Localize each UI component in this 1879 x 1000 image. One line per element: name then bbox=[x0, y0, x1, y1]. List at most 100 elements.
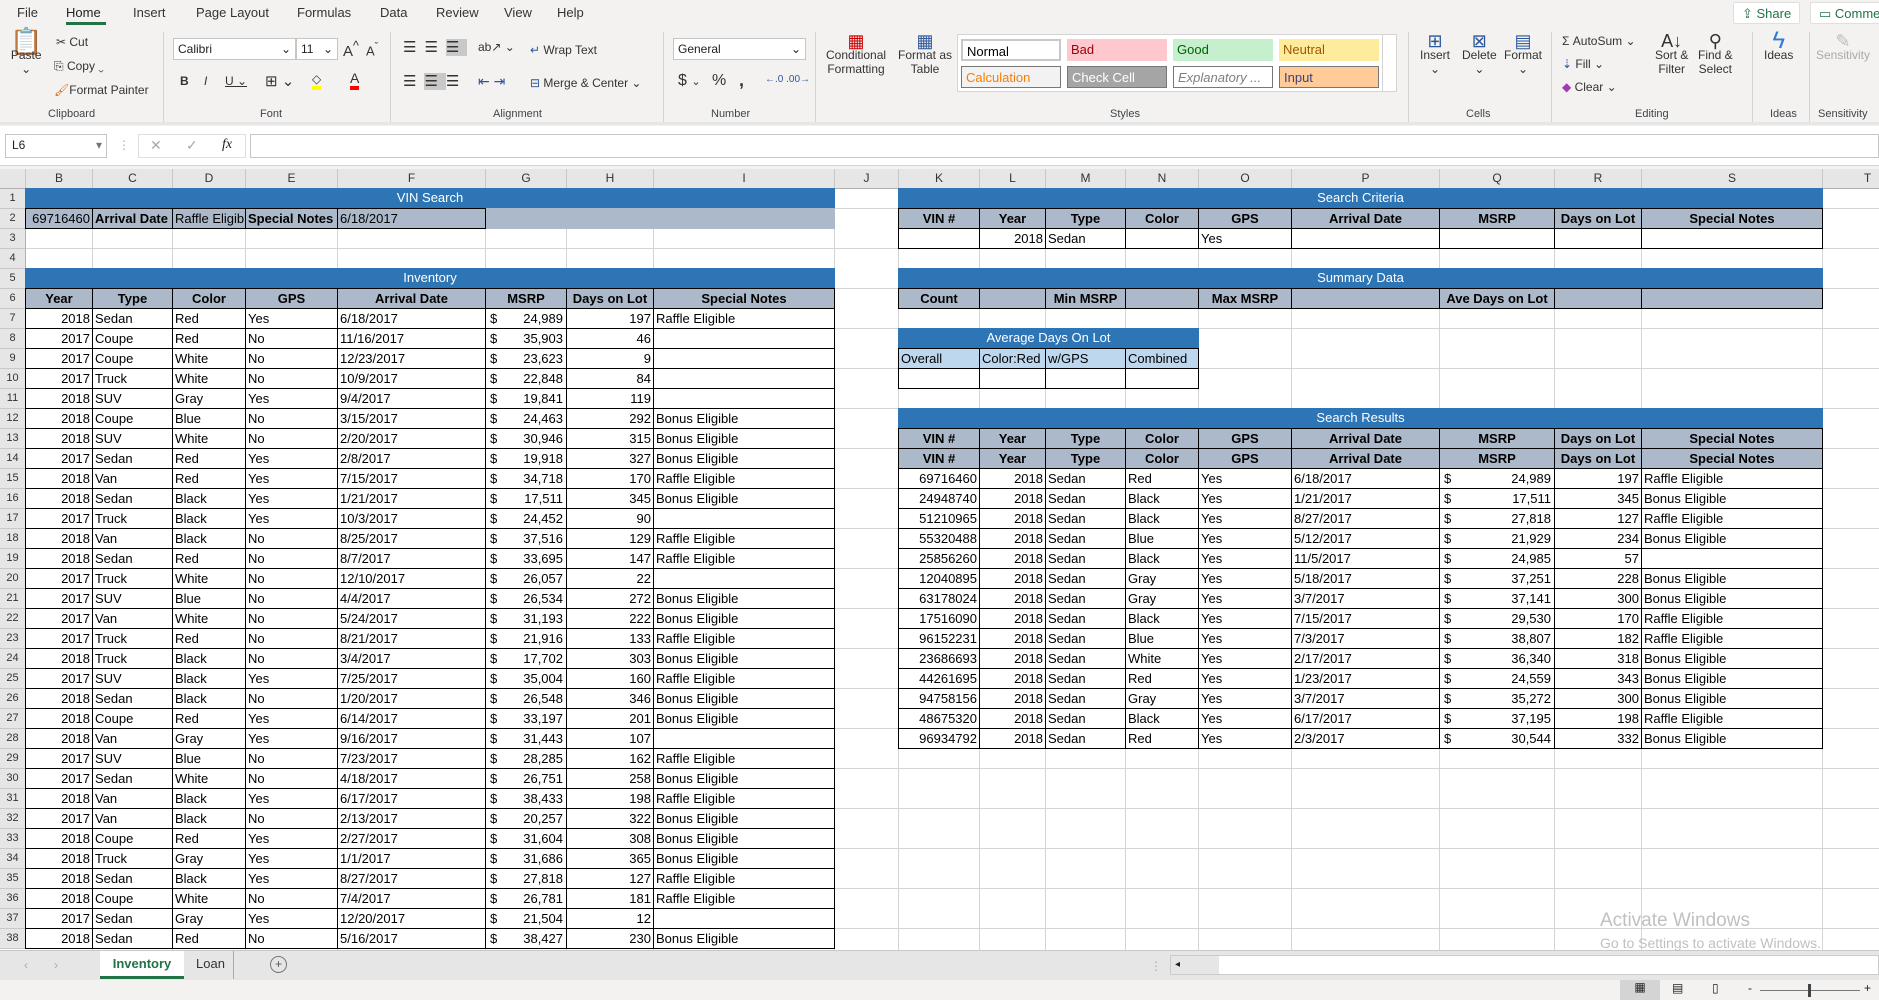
cell-inventory-B15[interactable]: 2018 bbox=[25, 468, 93, 489]
cell-results-N20[interactable]: Gray bbox=[1125, 568, 1199, 589]
cell-inventory-msrp-22[interactable]: $31,193 bbox=[485, 608, 567, 629]
select-all-corner[interactable] bbox=[0, 169, 26, 189]
autosum-button[interactable]: Σ AutoSum ⌄ bbox=[1562, 34, 1636, 48]
cell-inventory-B24[interactable]: 2018 bbox=[25, 648, 93, 669]
underline-button[interactable]: U ⌄ bbox=[225, 74, 247, 88]
cell-inventory-D15[interactable]: Red bbox=[172, 468, 246, 489]
cell-inventory-E18[interactable]: No bbox=[245, 528, 338, 549]
cell-inventory-C26[interactable]: Sedan bbox=[92, 688, 173, 709]
borders-button[interactable]: ⊞ ⌄ bbox=[265, 72, 294, 90]
row-header-12[interactable]: 12 bbox=[0, 409, 26, 429]
row-header-20[interactable]: 20 bbox=[0, 569, 26, 589]
cell-results-S25[interactable]: Bonus Eligible bbox=[1641, 668, 1823, 689]
cell-results-N23[interactable]: Blue bbox=[1125, 628, 1199, 649]
column-header-T[interactable]: T bbox=[1823, 169, 1879, 189]
cell-inventory-C31[interactable]: Van bbox=[92, 788, 173, 809]
cell-inventory-B26[interactable]: 2018 bbox=[25, 688, 93, 709]
zoom-slider[interactable] bbox=[1760, 984, 1860, 997]
cell-inventory-E21[interactable]: No bbox=[245, 588, 338, 609]
cell-inventory-I19[interactable]: Raffle Eligible bbox=[653, 548, 835, 569]
cell-summary-label-6[interactable]: Ave Days on Lot bbox=[1439, 288, 1555, 309]
cell-inventory-msrp-15[interactable]: $34,718 bbox=[485, 468, 567, 489]
cell-inventory-E16[interactable]: Yes bbox=[245, 488, 338, 509]
wrap-text-button[interactable]: ↵ Wrap Text bbox=[530, 43, 597, 57]
cell-results-P17[interactable]: 8/27/2017 bbox=[1291, 508, 1440, 529]
cell-summary-label-3[interactable] bbox=[1125, 288, 1199, 309]
cell-inventory-F23[interactable]: 8/21/2017 bbox=[337, 628, 486, 649]
cell-results-msrp-22[interactable]: $29,530 bbox=[1439, 608, 1555, 629]
cell-results-L22[interactable]: 2018 bbox=[979, 608, 1046, 629]
cell-inventory-F36[interactable]: 7/4/2017 bbox=[337, 888, 486, 909]
cell-results-O25[interactable]: Yes bbox=[1198, 668, 1292, 689]
cell-inventory-B14[interactable]: 2017 bbox=[25, 448, 93, 469]
cell-inventory-E10[interactable]: No bbox=[245, 368, 338, 389]
cell-results-R22[interactable]: 170 bbox=[1554, 608, 1642, 629]
cell-results-msrp-16[interactable]: $17,511 bbox=[1439, 488, 1555, 509]
splitter-handle[interactable]: ⋮ bbox=[1150, 959, 1162, 973]
grow-font-button[interactable]: A^ bbox=[343, 39, 359, 60]
scroll-tabs-left-icon[interactable]: ‹ bbox=[24, 958, 28, 972]
cell-inventory-B10[interactable]: 2017 bbox=[25, 368, 93, 389]
cell-inventory-B8[interactable]: 2017 bbox=[25, 328, 93, 349]
cell-inventory-E28[interactable]: Yes bbox=[245, 728, 338, 749]
cell-criteria-value-4[interactable]: Yes bbox=[1198, 228, 1292, 249]
cell-results-P20[interactable]: 5/18/2017 bbox=[1291, 568, 1440, 589]
cell-inventory-H29[interactable]: 162 bbox=[566, 748, 654, 769]
cell-inventory-F11[interactable]: 9/4/2017 bbox=[337, 388, 486, 409]
cell-inventory-B33[interactable]: 2018 bbox=[25, 828, 93, 849]
cell-inventory-msrp-31[interactable]: $38,433 bbox=[485, 788, 567, 809]
cell-inventory-D14[interactable]: Red bbox=[172, 448, 246, 469]
cell-results-header-3[interactable]: Color bbox=[1125, 428, 1199, 449]
cell-results-R25[interactable]: 343 bbox=[1554, 668, 1642, 689]
cell-results-P28[interactable]: 2/3/2017 bbox=[1291, 728, 1440, 749]
cell-inventory-I35[interactable]: Raffle Eligible bbox=[653, 868, 835, 889]
cell-results-msrp-25[interactable]: $24,559 bbox=[1439, 668, 1555, 689]
cell-results-S26[interactable]: Bonus Eligible bbox=[1641, 688, 1823, 709]
cell-inventory-header-6[interactable]: Days on Lot bbox=[566, 288, 654, 309]
cell-inventory-D34[interactable]: Gray bbox=[172, 848, 246, 869]
row-header-5[interactable]: 5 bbox=[0, 269, 26, 289]
cell-inventory-I18[interactable]: Raffle Eligible bbox=[653, 528, 835, 549]
cell-inventory-E11[interactable]: Yes bbox=[245, 388, 338, 409]
cell-inventory-msrp-30[interactable]: $26,751 bbox=[485, 768, 567, 789]
column-header-K[interactable]: K bbox=[899, 169, 980, 189]
row-header-27[interactable]: 27 bbox=[0, 709, 26, 729]
cell-inventory-I29[interactable]: Raffle Eligible bbox=[653, 748, 835, 769]
row-header-18[interactable]: 18 bbox=[0, 529, 26, 549]
cell-inventory-F26[interactable]: 1/20/2017 bbox=[337, 688, 486, 709]
add-sheet-icon[interactable]: + bbox=[270, 956, 287, 973]
row-header-8[interactable]: 8 bbox=[0, 329, 26, 349]
column-header-Q[interactable]: Q bbox=[1440, 169, 1555, 189]
cell-inventory-I9[interactable] bbox=[653, 348, 835, 369]
cell-inventory-C17[interactable]: Truck bbox=[92, 508, 173, 529]
cell-style-calculation[interactable]: Calculation bbox=[961, 66, 1061, 88]
copy-button[interactable]: ⎘ Copy ⌄ bbox=[54, 59, 104, 74]
cell-inventory-D36[interactable]: White bbox=[172, 888, 246, 909]
cell-criteria-value-8[interactable] bbox=[1641, 228, 1823, 249]
cell-results-S24[interactable]: Bonus Eligible bbox=[1641, 648, 1823, 669]
cell-results-R24[interactable]: 318 bbox=[1554, 648, 1642, 669]
font-color-button[interactable]: A bbox=[350, 70, 360, 90]
cell-avg-days-title[interactable]: Average Days On Lot bbox=[898, 328, 1199, 349]
cell-results-R27[interactable]: 198 bbox=[1554, 708, 1642, 729]
cell-inventory-B11[interactable]: 2018 bbox=[25, 388, 93, 409]
cell-inventory-msrp-11[interactable]: $19,841 bbox=[485, 388, 567, 409]
column-header-H[interactable]: H bbox=[567, 169, 654, 189]
cell-inventory-C30[interactable]: Sedan bbox=[92, 768, 173, 789]
cell-results-M16[interactable]: Sedan bbox=[1045, 488, 1126, 509]
column-header-L[interactable]: L bbox=[980, 169, 1046, 189]
cell-inventory-B22[interactable]: 2017 bbox=[25, 608, 93, 629]
paste-button[interactable]: 📋 Paste ⌄ bbox=[10, 28, 42, 76]
cell-inventory-D29[interactable]: Blue bbox=[172, 748, 246, 769]
cell-inventory-D18[interactable]: Black bbox=[172, 528, 246, 549]
row-header-22[interactable]: 22 bbox=[0, 609, 26, 629]
cell-search-criteria-title[interactable]: Search Criteria bbox=[898, 188, 1823, 209]
cell-inventory-D33[interactable]: Red bbox=[172, 828, 246, 849]
cell-results-O27[interactable]: Yes bbox=[1198, 708, 1292, 729]
cell-style-input[interactable]: Input bbox=[1279, 66, 1379, 88]
cell-inventory-msrp-18[interactable]: $37,516 bbox=[485, 528, 567, 549]
cell-inventory-C16[interactable]: Sedan bbox=[92, 488, 173, 509]
cell-inventory-H33[interactable]: 308 bbox=[566, 828, 654, 849]
cell-inventory-E36[interactable]: No bbox=[245, 888, 338, 909]
cell-results-K22[interactable]: 17516090 bbox=[898, 608, 980, 629]
